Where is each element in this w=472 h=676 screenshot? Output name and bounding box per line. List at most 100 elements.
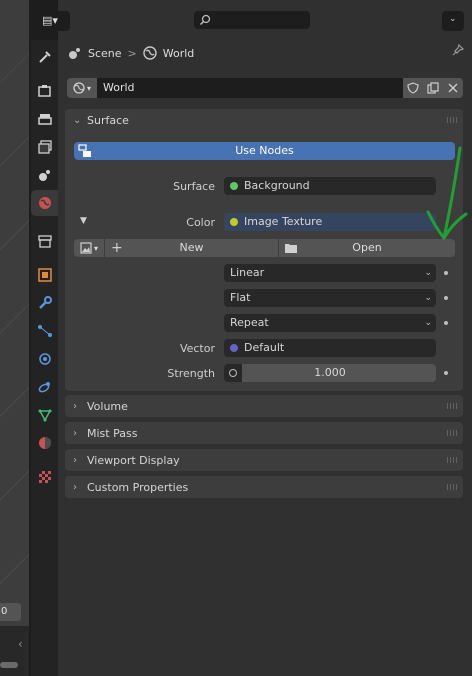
surface-panel: ⌄ Surface Use Nodes Surface Background ▼… — [65, 109, 463, 391]
expand-arrow-icon[interactable]: ‹ — [18, 637, 23, 651]
new-image-button[interactable]: + New — [105, 239, 278, 257]
surface-panel-title: Surface — [87, 113, 129, 127]
world-icon — [143, 46, 157, 60]
browse-image-button[interactable]: ▾ — [74, 239, 104, 257]
physics-tab-icon[interactable] — [31, 346, 58, 372]
chevron-down-icon: ⌄ — [424, 293, 432, 303]
breadcrumb-separator: > — [127, 46, 137, 60]
output-tab-icon[interactable] — [31, 106, 58, 132]
world-datablock-selector: ▾ World — [67, 78, 463, 98]
viewport-display-panel[interactable]: › Viewport Display — [65, 449, 463, 471]
use-nodes-label: Use Nodes — [235, 144, 294, 157]
color-label: Color — [186, 216, 215, 229]
annotation-arrow-icon — [426, 146, 468, 241]
chevron-down-icon: ⌄ — [424, 268, 432, 278]
chevron-down-icon: ⌄ — [424, 318, 432, 328]
volume-panel[interactable]: › Volume — [65, 395, 463, 417]
texture-tab-icon[interactable] — [31, 464, 58, 490]
mist-pass-panel[interactable]: › Mist Pass — [65, 422, 463, 444]
chevron-down-icon: ⌄ — [449, 14, 457, 24]
scene-tab-icon[interactable] — [31, 162, 58, 188]
volume-panel-title: Volume — [87, 399, 128, 413]
color-socket-icon — [230, 218, 238, 226]
socket-dot-icon[interactable] — [444, 371, 448, 375]
properties-header: ▤▾ ⌄ Scene > World ▾ World ⌄ Surface Use… — [38, 0, 472, 498]
render-tab-icon[interactable] — [31, 78, 58, 104]
editor-type-selector[interactable]: ▤▾ — [38, 11, 70, 31]
surface-label: Surface — [173, 180, 215, 193]
world-name-field[interactable]: World — [97, 78, 403, 98]
surface-panel-header[interactable]: ⌄ Surface — [65, 109, 463, 131]
socket-dot-icon[interactable] — [444, 271, 448, 275]
tool-tab-icon[interactable] — [31, 44, 58, 70]
extension-dropdown[interactable]: Repeat ⌄ — [224, 314, 436, 332]
vector-input-value: Default — [244, 341, 285, 354]
chevron-down-icon: ⌄ — [73, 114, 82, 126]
socket-dot-icon[interactable] — [444, 296, 448, 300]
drag-grip-icon[interactable] — [447, 484, 457, 490]
viewport-value-field[interactable]: 0 — [0, 603, 21, 621]
particles-tab-icon[interactable] — [31, 318, 58, 344]
surface-shader-value: Background — [244, 179, 310, 192]
vector-socket-icon — [230, 344, 238, 352]
strength-slider[interactable]: 1.000 — [224, 364, 436, 382]
image-icon — [80, 242, 92, 254]
unlink-close-icon[interactable] — [443, 78, 463, 98]
material-tab-icon[interactable] — [31, 430, 58, 456]
socket-dot-icon[interactable] — [444, 321, 448, 325]
node-tree-icon — [78, 144, 91, 157]
world-tab-icon[interactable] — [31, 190, 58, 216]
use-nodes-button[interactable]: Use Nodes — [74, 142, 455, 160]
scene-icon — [69, 48, 80, 59]
properties-tabs — [31, 40, 58, 676]
search-input[interactable] — [194, 11, 310, 29]
color-input-field[interactable]: Image Texture — [224, 213, 436, 231]
breadcrumb-world[interactable]: World — [163, 47, 195, 60]
new-image-label: New — [179, 241, 204, 254]
strength-socket-area — [224, 364, 242, 382]
object-tab-icon[interactable] — [31, 262, 58, 288]
chevron-right-icon: › — [73, 481, 77, 493]
color-input-value: Image Texture — [244, 215, 323, 228]
data-mesh-icon[interactable] — [31, 402, 58, 428]
strength-value: 1.000 — [314, 366, 346, 379]
viewport-display-panel-title: Viewport Display — [87, 453, 180, 467]
vector-input-field[interactable]: Default — [224, 339, 436, 357]
view-layer-tab-icon[interactable] — [31, 134, 58, 160]
drag-grip-icon[interactable] — [447, 430, 457, 436]
folder-icon — [285, 244, 297, 253]
fake-user-shield-icon[interactable] — [403, 78, 423, 98]
breadcrumb: Scene > World — [68, 44, 194, 62]
chevron-right-icon: › — [73, 427, 77, 439]
float-socket-icon — [229, 369, 237, 377]
vector-label: Vector — [179, 342, 215, 355]
viewport-strip[interactable] — [0, 0, 29, 676]
drag-grip-icon[interactable] — [447, 403, 457, 409]
viewport-scrollbar[interactable] — [0, 662, 18, 668]
chevron-right-icon: › — [73, 454, 77, 466]
options-menu-button[interactable]: ⌄ — [442, 11, 464, 31]
surface-shader-field[interactable]: Background — [224, 177, 436, 195]
properties-editor-icon: ▤▾ — [42, 14, 58, 27]
projection-dropdown[interactable]: Flat ⌄ — [224, 289, 436, 307]
open-image-label: Open — [352, 241, 382, 254]
pin-icon[interactable] — [451, 43, 465, 61]
chevron-down-icon: ▾ — [93, 243, 98, 253]
interpolation-value: Linear — [230, 266, 265, 279]
drag-grip-icon[interactable] — [447, 117, 457, 123]
projection-value: Flat — [230, 291, 251, 304]
chevron-right-icon: › — [73, 400, 77, 412]
viewport-lower-region — [0, 626, 29, 676]
modifiers-wrench-icon[interactable] — [31, 290, 58, 316]
duplicate-icon[interactable] — [423, 78, 443, 98]
breadcrumb-scene[interactable]: Scene — [88, 47, 122, 60]
custom-properties-panel[interactable]: › Custom Properties — [65, 476, 463, 498]
collection-tab-icon[interactable] — [31, 228, 58, 254]
custom-properties-panel-title: Custom Properties — [87, 480, 189, 494]
drag-grip-icon[interactable] — [447, 457, 457, 463]
plus-icon: + — [111, 240, 123, 256]
constraints-tab-icon[interactable] — [31, 374, 58, 400]
browse-world-button[interactable]: ▾ — [67, 78, 97, 98]
chevron-down-icon: ▾ — [86, 83, 91, 93]
interpolation-dropdown[interactable]: Linear ⌄ — [224, 264, 436, 282]
